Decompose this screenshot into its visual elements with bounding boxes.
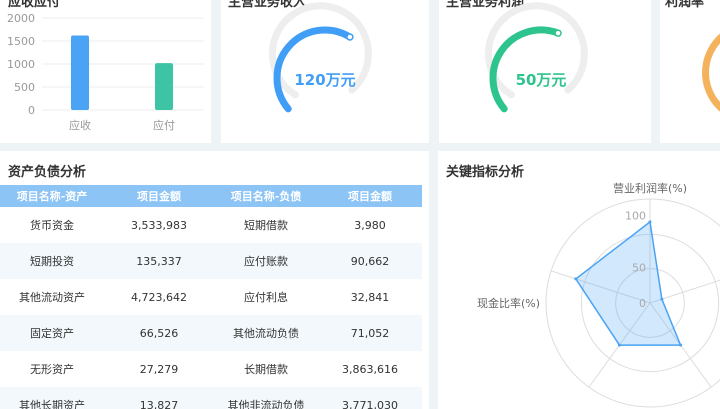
asset-amount: 4,723,642 xyxy=(131,290,187,304)
radar-series-area xyxy=(574,220,682,346)
revenue-gauge-arc xyxy=(273,26,354,113)
header-liability-amount: 项目金额 xyxy=(318,185,422,207)
radar-point xyxy=(660,297,664,301)
header-asset-amount: 项目金额 xyxy=(104,185,214,207)
key-indicators-card: 关键指标分析 100 50 0 营业利润率(%) 现金比率(%) xyxy=(438,151,720,409)
liability-name: 其他流动负债 xyxy=(214,315,318,351)
asset-name: 固定资产 xyxy=(0,315,104,351)
table-row: 货币资金 3,533,983 短期借款 3,980 xyxy=(0,207,422,243)
table-header-row: 项目名称-资产 项目金额 项目名称-负债 项目金额 xyxy=(0,185,422,207)
profit-gauge-dot xyxy=(554,29,562,37)
liability-name: 其他非流动负债 xyxy=(214,387,318,409)
y-tick-label: 1000 xyxy=(7,58,35,71)
liability-name: 应付账款 xyxy=(214,243,318,279)
asset-name: 短期投资 xyxy=(0,243,104,279)
asset-amount: 13,827 xyxy=(104,387,214,409)
radar-point xyxy=(648,220,652,224)
asset-amount: 66,526 xyxy=(104,315,214,351)
radar-point xyxy=(574,277,578,281)
asset-name: 无形资产 xyxy=(30,363,74,376)
liability-name: 长期借款 xyxy=(244,363,288,376)
asset-name: 货币资金 xyxy=(30,219,74,232)
table-row: 短期投资 135,337 应付账款 90,662 xyxy=(0,243,422,279)
table-row: 无形资产 27,279 长期借款 3,863,616 xyxy=(0,351,422,387)
table-row: 其他长期资产 13,827 其他非流动负债 3,771,030 xyxy=(0,387,422,409)
table-row: 固定资产 66,526 其他流动负债 71,052 xyxy=(0,315,422,351)
balance-sheet-card: 资产负债分析 项目名称-资产 项目金额 项目名称-负债 项目金额 货币资金 3,… xyxy=(0,151,429,409)
liability-amount: 71,052 xyxy=(318,315,422,351)
key-indicators-radar-chart: 100 50 0 营业利润率(%) 现金比率(%) xyxy=(477,181,720,408)
x-tick-label: 应付 xyxy=(153,118,175,132)
y-tick-label: 1500 xyxy=(7,35,35,48)
x-tick-label: 应收 xyxy=(69,118,91,132)
margin-gauge-arc xyxy=(702,33,720,112)
balance-sheet-title: 资产负债分析 xyxy=(8,165,87,180)
y-tick-label: 500 xyxy=(14,81,35,94)
radar-tick-label: 100 xyxy=(625,210,646,223)
asset-amount: 27,279 xyxy=(139,362,179,376)
header-liability-name: 项目名称-负债 xyxy=(214,185,318,207)
profit-value: 50万元 xyxy=(516,71,567,89)
bar xyxy=(155,63,173,110)
margin-card: 利润率 xyxy=(660,0,720,143)
revenue-value: 120万元 xyxy=(294,71,355,89)
margin-gauge xyxy=(702,33,720,112)
profit-gauge: 50万元 xyxy=(484,2,588,113)
liability-amount: 3,980 xyxy=(354,218,386,232)
receivables-bar-chart: 0 500 1000 1500 2000 应收 应付 xyxy=(7,12,204,132)
liability-amount: 3,771,030 xyxy=(318,387,422,409)
radar-point xyxy=(679,343,683,347)
revenue-gauge-dot xyxy=(346,33,354,41)
header-asset-name: 项目名称-资产 xyxy=(0,185,104,207)
radar-tick-label: 0 xyxy=(639,297,646,310)
liability-name: 短期借款 xyxy=(244,219,288,232)
liability-amount: 90,662 xyxy=(318,243,422,279)
bar xyxy=(71,35,89,111)
y-tick-label: 0 xyxy=(28,104,35,117)
radar-indicator-label: 现金比率(%) xyxy=(477,296,540,310)
asset-name: 其他流动资产 xyxy=(19,291,85,304)
asset-amount: 3,533,983 xyxy=(131,218,187,232)
liability-name: 应付利息 xyxy=(244,291,288,304)
balance-sheet-table: 项目名称-资产 项目金额 项目名称-负债 项目金额 货币资金 3,533,983… xyxy=(0,185,422,409)
profit-gauge-arc xyxy=(489,26,562,113)
liability-amount: 32,841 xyxy=(350,290,390,304)
revenue-card: 主营业务收入 120万元 xyxy=(221,0,429,143)
radar-tick-label: 50 xyxy=(632,262,646,275)
radar-point xyxy=(617,343,621,347)
asset-name: 其他长期资产 xyxy=(0,387,104,409)
liability-amount: 3,863,616 xyxy=(342,362,398,376)
table-row: 其他流动资产 4,723,642 应付利息 32,841 xyxy=(0,279,422,315)
profit-card: 主营业务利润 50万元 xyxy=(439,0,651,143)
asset-amount: 135,337 xyxy=(104,243,214,279)
receivables-payables-card: 应收 应付 0 500 1000 1500 2000 应收 应付 xyxy=(0,0,211,143)
radar-indicator-label: 营业利润率(%) xyxy=(613,181,687,195)
revenue-gauge: 120万元 xyxy=(268,2,372,113)
y-tick-label: 2000 xyxy=(7,12,35,25)
